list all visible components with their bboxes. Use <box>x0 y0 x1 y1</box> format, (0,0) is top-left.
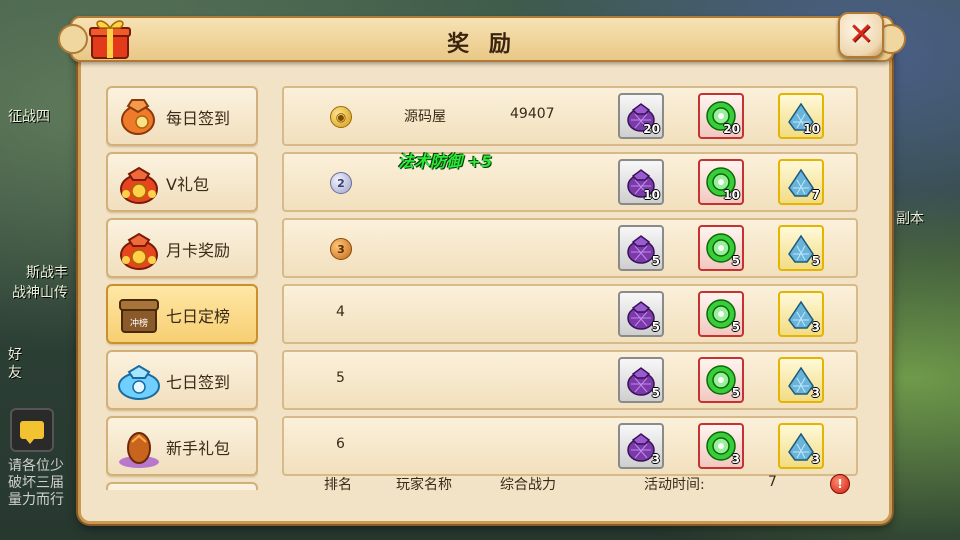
list-header: 排名 玩家名称 综合战力 活动时间: 7 <box>282 474 856 496</box>
col-power-header: 综合战力 <box>500 477 556 493</box>
chat-log: 请各位少破坏三届量力而行 <box>8 458 64 508</box>
item-quantity: 10 <box>803 122 820 136</box>
item-quantity: 5 <box>651 320 660 334</box>
reward-item-slot[interactable]: 10 <box>698 159 744 205</box>
activity-time-value: 7 <box>768 474 777 490</box>
scene-label: 副本 <box>896 211 924 227</box>
reward-item-slot[interactable]: 5 <box>618 225 664 271</box>
gift-box-icon <box>89 20 131 59</box>
sidebar-item-label: 七日定榜 <box>166 307 231 326</box>
combat-power: 49407 <box>510 106 555 122</box>
sidebar-item-label: 七日签到 <box>166 373 231 392</box>
dragon-egg-icon <box>119 432 159 468</box>
item-quantity: 3 <box>731 452 740 466</box>
chat-bubble-icon <box>20 421 44 444</box>
bronze-medal-icon: 3 <box>330 238 352 260</box>
sidebar: 每日签到 V礼包 月卡奖励 冲榜 七日定榜 七日签到 新手礼包 <box>106 86 258 490</box>
reward-item-slot[interactable]: 5 <box>698 357 744 403</box>
item-quantity: 3 <box>811 320 820 334</box>
reward-item-slot[interactable]: 5 <box>698 291 744 337</box>
reward-item-slot[interactable]: 5 <box>618 357 664 403</box>
rank-number: 4 <box>336 304 345 320</box>
reward-item-slot[interactable]: 5 <box>778 225 824 271</box>
item-quantity: 3 <box>811 386 820 400</box>
rank-number: 5 <box>336 370 345 386</box>
reward-item-slot[interactable]: 3 <box>618 423 664 469</box>
reward-row: 6 3 3 3 <box>282 416 858 476</box>
reward-item-slot[interactable]: 3 <box>778 423 824 469</box>
close-button[interactable]: ✕ <box>838 12 884 58</box>
rank-number: 6 <box>336 436 345 452</box>
silver-medal-icon: 2 <box>330 172 352 194</box>
reward-item-slot[interactable]: 10 <box>618 159 664 205</box>
reward-item-slot[interactable]: 20 <box>698 93 744 139</box>
sidebar-item-newbie-gift[interactable]: 新手礼包 <box>106 416 258 476</box>
floating-buff-text: 法术防御 +5 <box>398 152 493 171</box>
reward-row: 5 5 5 3 <box>282 350 858 410</box>
close-icon: ✕ <box>848 17 874 52</box>
reward-item-slot[interactable]: 3 <box>778 357 824 403</box>
item-quantity: 5 <box>731 254 740 268</box>
reward-row: 2 10 10 7 <box>282 152 858 212</box>
reward-item-slot[interactable]: 7 <box>778 159 824 205</box>
reward-row: 3 5 5 5 <box>282 218 858 278</box>
sidebar-item-label: V礼包 <box>166 175 209 194</box>
info-icon[interactable]: ! <box>830 474 850 494</box>
item-quantity: 20 <box>643 122 660 136</box>
title-bar: 奖 励 <box>58 16 906 62</box>
sidebar-item-label: 新手礼包 <box>166 439 231 458</box>
sidebar-item-seven-day-rank[interactable]: 冲榜 七日定榜 <box>106 284 258 344</box>
item-quantity: 20 <box>723 122 740 136</box>
reward-item-slot[interactable]: 3 <box>778 291 824 337</box>
item-quantity: 5 <box>651 386 660 400</box>
col-rank-header: 排名 <box>324 477 352 493</box>
item-quantity: 10 <box>723 188 740 202</box>
reward-item-slot[interactable]: 20 <box>618 93 664 139</box>
item-quantity: 7 <box>811 188 820 202</box>
player-name: 源码屋 <box>404 109 446 125</box>
item-quantity: 3 <box>811 452 820 466</box>
red-gift-bag-icon <box>120 232 158 270</box>
item-quantity: 5 <box>811 254 820 268</box>
scene-label: 好友 <box>8 347 22 381</box>
gold-medal-icon: ◉ <box>330 106 352 128</box>
sidebar-item-label: 每日签到 <box>166 109 231 128</box>
item-quantity: 10 <box>643 188 660 202</box>
scene-label: 斯战丰 <box>26 265 68 281</box>
sidebar-item-daily-signin[interactable]: 每日签到 <box>106 86 258 146</box>
chat-button[interactable] <box>10 408 54 452</box>
orange-pouch-icon <box>121 99 155 135</box>
reward-item-slot[interactable]: 10 <box>778 93 824 139</box>
sidebar-item-label: 月卡奖励 <box>166 241 231 260</box>
scene-label: 战神山传 <box>12 285 68 301</box>
reward-row: ◉ 源码屋 49407 20 20 10 <box>282 86 858 146</box>
blue-pouch-icon <box>118 364 160 400</box>
sidebar-item-partial[interactable] <box>106 482 258 490</box>
item-quantity: 5 <box>651 254 660 268</box>
scene-label: 征战四 <box>8 109 50 125</box>
item-quantity: 3 <box>651 452 660 466</box>
activity-time-label: 活动时间: <box>644 477 705 493</box>
sidebar-item-v-gift[interactable]: V礼包 <box>106 152 258 212</box>
col-player-header: 玩家名称 <box>396 477 452 493</box>
reward-item-slot[interactable]: 5 <box>698 225 744 271</box>
red-gift-bag-icon <box>120 166 158 204</box>
panel-title: 奖 励 <box>447 32 517 57</box>
item-quantity: 5 <box>731 320 740 334</box>
sidebar-item-monthly-card[interactable]: 月卡奖励 <box>106 218 258 278</box>
item-quantity: 5 <box>731 386 740 400</box>
chest-rank-icon-label: 冲榜 <box>130 317 148 329</box>
reward-item-slot[interactable]: 5 <box>618 291 664 337</box>
reward-row: 4 5 5 3 <box>282 284 858 344</box>
sidebar-item-seven-day-signin[interactable]: 七日签到 <box>106 350 258 410</box>
reward-item-slot[interactable]: 3 <box>698 423 744 469</box>
chest-rank-icon: 冲榜 <box>119 299 159 333</box>
